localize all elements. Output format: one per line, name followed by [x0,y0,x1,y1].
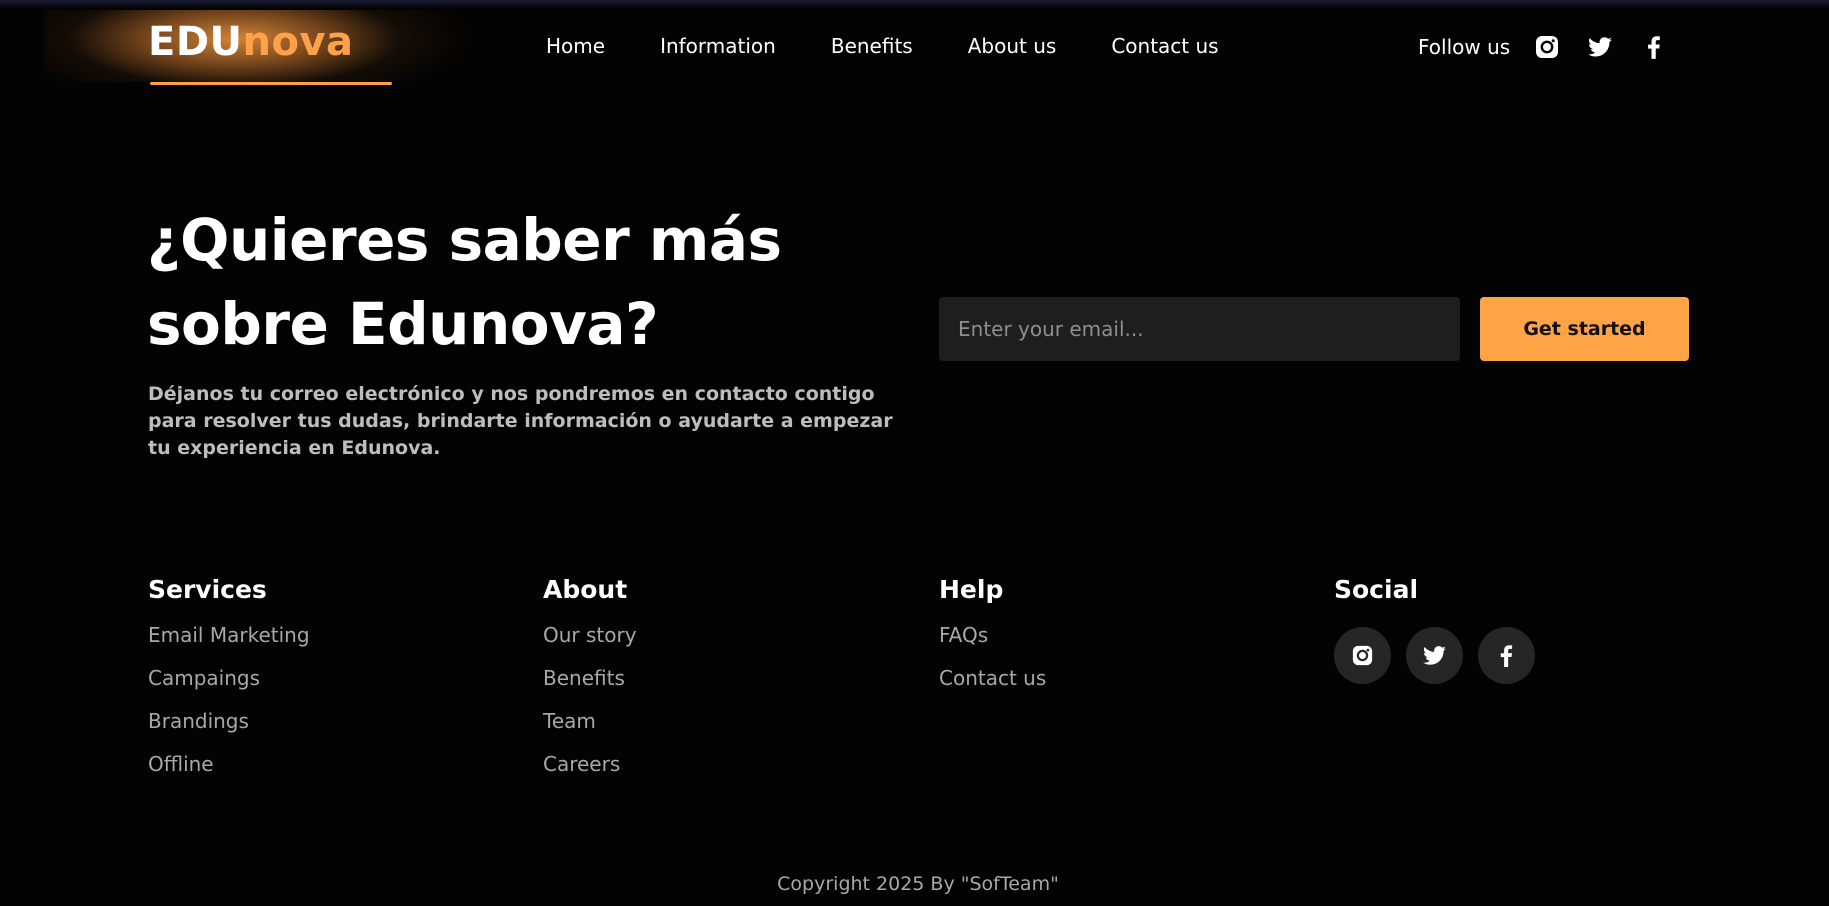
footer-col-help: Help FAQs Contact us [939,575,1046,709]
twitter-icon[interactable] [1406,627,1463,684]
nav-link-contact-us[interactable]: Contact us [1111,34,1218,58]
footer-link-faqs[interactable]: FAQs [939,623,1046,647]
footer-link-benefits[interactable]: Benefits [543,666,637,690]
footer-heading-social: Social [1334,575,1419,604]
top-edge [0,0,1829,8]
footer-link-team[interactable]: Team [543,709,637,733]
logo-nova: nova [242,19,354,65]
nav-link-home[interactable]: Home [546,34,605,58]
hero-description: Déjanos tu correo electrónico y nos pond… [148,383,893,459]
instagram-icon[interactable] [1334,627,1391,684]
logo[interactable]: EDUnova [148,22,354,62]
facebook-icon[interactable] [1641,34,1667,60]
logo-underline [150,82,392,85]
footer-link-contact-us[interactable]: Contact us [939,666,1046,690]
hero-title-line-1: ¿Quieres saber más [147,206,782,274]
footer-link-our-story[interactable]: Our story [543,623,637,647]
footer-link-offline[interactable]: Offline [148,752,310,776]
hero-title: ¿Quieres saber más sobre Edunova? [147,198,907,366]
nav-link-benefits[interactable]: Benefits [831,34,913,58]
instagram-icon[interactable] [1534,34,1560,60]
nav-link-information[interactable]: Information [660,34,776,58]
email-input[interactable] [939,297,1460,361]
copyright: Copyright 2025 By "SofTeam" [777,873,1059,895]
footer-links-help: FAQs Contact us [939,623,1046,690]
footer-links-services: Email Marketing Campaings Brandings Offl… [148,623,310,776]
social-icons-row [1334,627,1550,684]
footer-links-about: Our story Benefits Team Careers [543,623,637,776]
nav-links: Home Information Benefits About us Conta… [546,34,1274,58]
twitter-icon[interactable] [1587,34,1613,60]
footer-link-careers[interactable]: Careers [543,752,637,776]
hero-title-line-2: sobre Edunova? [147,290,659,358]
footer-link-email-marketing[interactable]: Email Marketing [148,623,310,647]
footer-heading-help: Help [939,575,1004,604]
nav-link-about-us[interactable]: About us [968,34,1057,58]
logo-edu: EDU [148,19,243,65]
footer-col-services: Services Email Marketing Campaings Brand… [148,575,310,795]
footer-link-brandings[interactable]: Brandings [148,709,310,733]
footer-col-social: Social [1334,575,1550,684]
footer-heading-about: About [543,575,628,604]
navbar: EDUnova Home Information Benefits About … [0,8,1829,85]
follow-us-label: Follow us [1418,35,1511,59]
get-started-button[interactable]: Get started [1480,297,1689,361]
footer-heading-services: Services [148,575,267,604]
footer-link-campaings[interactable]: Campaings [148,666,310,690]
footer-col-about: About Our story Benefits Team Careers [543,575,637,795]
facebook-icon[interactable] [1478,627,1535,684]
